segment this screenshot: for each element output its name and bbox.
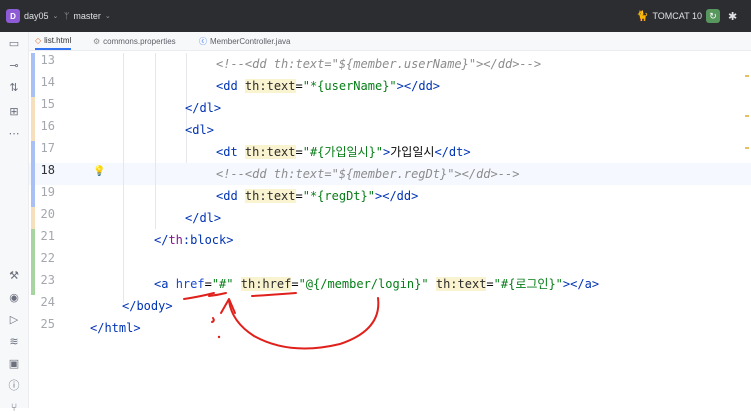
tab-commons-properties[interactable]: ⚙ commons.properties: [93, 32, 176, 50]
run-icon: ↻: [706, 9, 720, 23]
run-config-name: TOMCAT 10: [652, 11, 702, 21]
code-line-19[interactable]: <dd th:text="*{regDt}"></dd>: [216, 185, 418, 207]
annotation-dot: [217, 335, 221, 339]
code-line-18[interactable]: <!--<dd th:text="${member.regDt}"></dd>-…: [216, 163, 519, 185]
tab-label: MemberController.java: [210, 36, 291, 46]
html-file-icon: ◇: [35, 35, 42, 45]
project-widget[interactable]: D day05 ⌄: [6, 0, 58, 32]
tomcat-icon: 🐈: [636, 10, 649, 22]
indent-guide: [155, 53, 156, 229]
line-number: 16: [40, 119, 55, 133]
arrow-head-stroke: [220, 298, 236, 314]
code-line-17[interactable]: <dt th:text="#{가입일시}">가입일시</dt>: [216, 141, 471, 163]
lightbulb-icon[interactable]: 💡: [93, 166, 105, 177]
branch-icon: ᛘ: [64, 11, 70, 21]
line-number: 21: [40, 229, 55, 243]
warning-stripe: [745, 147, 749, 149]
curved-arrow-stroke: [228, 297, 380, 350]
tab-label: list.html: [44, 35, 72, 45]
editor-tabs: ◇ list.html ⚙ commons.properties ⓒ Membe…: [29, 32, 751, 51]
line-number: 17: [40, 141, 55, 155]
line-number: 18: [40, 163, 55, 177]
layers-icon[interactable]: ≋: [7, 334, 21, 348]
line-number: 15: [40, 97, 55, 111]
line-number: 20: [40, 207, 55, 221]
warning-stripe: [745, 115, 749, 117]
line-number: 22: [40, 251, 55, 265]
line-number: 13: [40, 53, 55, 67]
line-number: 14: [40, 75, 55, 89]
tool-window-bar: ▭ ⊸ ⇅ ⊞ ⋯ ⚒ ◉ ▷ ≋ ▣ ⓘ ⑂: [0, 32, 29, 414]
title-bar: D day05 ⌄ ᛘ master ⌄ 🐈 TOMCAT 10 ⌄ ↻ ✱: [0, 0, 751, 32]
project-name: day05: [24, 11, 49, 21]
problems-icon[interactable]: ⓘ: [7, 378, 21, 392]
more-icon[interactable]: ⋯: [7, 126, 21, 140]
java-class-icon: ⓒ: [199, 36, 207, 46]
terminal-icon[interactable]: ▣: [7, 356, 21, 370]
indent-guide: [123, 53, 124, 303]
code-line-13[interactable]: <!--<dd th:text="${member.userName}"></d…: [216, 53, 541, 75]
code-line-20[interactable]: </dl>: [185, 207, 221, 229]
debug-button[interactable]: ✱: [728, 0, 737, 32]
run-tool-icon[interactable]: ▷: [7, 312, 21, 326]
run-config-widget[interactable]: 🐈 TOMCAT 10 ⌄: [636, 0, 712, 32]
code-line-15[interactable]: </dl>: [185, 97, 221, 119]
services-icon[interactable]: ◉: [7, 290, 21, 304]
tab-label: commons.properties: [103, 36, 176, 46]
line-number: 23: [40, 273, 55, 287]
commit-icon[interactable]: ⊸: [7, 58, 21, 72]
warning-stripe: [745, 75, 749, 77]
line-number: 19: [40, 185, 55, 199]
code-line-16[interactable]: <dl>: [185, 119, 214, 141]
chevron-down-icon: ⌄: [104, 13, 111, 20]
arrow-tail-stroke: [211, 317, 215, 323]
git-icon[interactable]: ⑂: [7, 400, 21, 414]
branch-name: master: [73, 11, 101, 21]
code-line-23[interactable]: <a href="#" th:href="@{/member/login}" t…: [154, 273, 599, 295]
build-icon[interactable]: ⚒: [7, 268, 21, 282]
project-icon[interactable]: ▭: [7, 36, 21, 50]
line-number: 25: [40, 317, 55, 331]
chevron-down-icon: ⌄: [52, 13, 59, 20]
code-line-25[interactable]: </html>: [90, 317, 141, 339]
project-badge: D: [6, 9, 20, 23]
editor-scrollbar[interactable]: [745, 51, 751, 408]
code-line-24[interactable]: </body>: [122, 295, 173, 317]
tab-membercontroller-java[interactable]: ⓒ MemberController.java: [199, 32, 290, 50]
code-line-21[interactable]: </th:block>: [154, 229, 234, 251]
line-number: 24: [40, 295, 55, 309]
structure-icon[interactable]: ⊞: [7, 104, 21, 118]
pull-requests-icon[interactable]: ⇅: [7, 80, 21, 94]
run-button[interactable]: ↻: [706, 0, 720, 32]
properties-file-icon: ⚙: [93, 36, 101, 46]
vcs-branch-widget[interactable]: ᛘ master ⌄: [64, 0, 111, 32]
code-line-14[interactable]: <dd th:text="*{userName}"></dd>: [216, 75, 440, 97]
debug-icon: ✱: [728, 10, 738, 23]
tab-list-html[interactable]: ◇ list.html: [35, 32, 72, 50]
